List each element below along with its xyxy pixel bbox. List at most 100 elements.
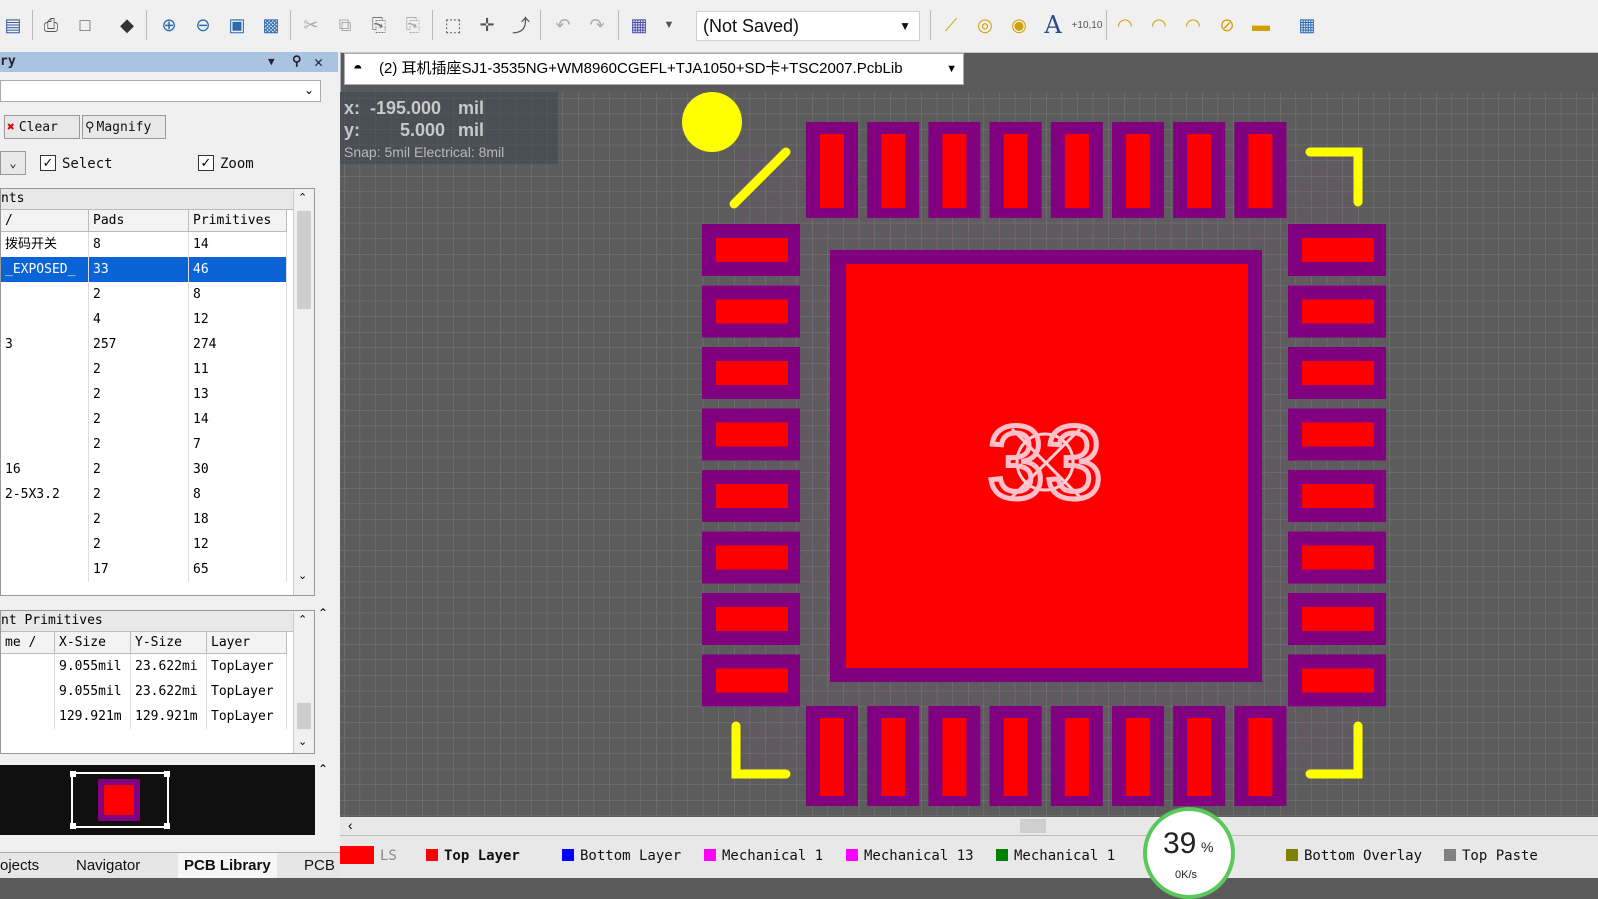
grid-dropdown-icon[interactable]: ▼ — [656, 12, 682, 38]
cell-pads: 17 — [89, 557, 189, 582]
pad-top — [942, 134, 967, 208]
cross-probe-icon[interactable]: ⤴ — [508, 12, 534, 38]
column-header-name[interactable]: me / — [1, 632, 55, 654]
table-row[interactable]: 129.921m 129.921m TopLayer — [1, 704, 287, 729]
panel-menu-icon[interactable]: ▼ — [268, 52, 275, 72]
layer-tab[interactable]: LS — [340, 844, 397, 868]
footprint-preview[interactable] — [0, 765, 315, 835]
table-row[interactable]: 28 — [1, 282, 287, 307]
pin-icon[interactable]: ⚲ — [292, 52, 302, 72]
layer-tab[interactable]: Bottom Overlay — [1286, 844, 1422, 868]
scroll-left-icon[interactable]: ‹ — [348, 817, 353, 833]
table-row[interactable]: 2-5X3.2 2 8 — [1, 482, 287, 507]
table-row[interactable]: 2 12 — [1, 532, 287, 557]
components-scrollbar[interactable]: ⌃ ⌄ — [293, 189, 314, 595]
tab-navigator[interactable]: Navigator — [76, 853, 140, 878]
collapse-up-icon[interactable]: ⌃ — [318, 606, 328, 620]
column-header-x-size[interactable]: X-Size — [55, 632, 131, 654]
grid-icon[interactable]: ▦ — [626, 12, 652, 38]
scroll-up-icon[interactable]: ⌃ — [298, 613, 307, 626]
select-checkbox[interactable]: ✓ — [40, 155, 56, 171]
column-header-y-size[interactable]: Y-Size — [131, 632, 207, 654]
arc-center-icon[interactable]: ◠ — [1112, 12, 1138, 38]
column-header-primitives[interactable]: Primitives — [189, 210, 287, 232]
move-icon[interactable]: ✛ — [474, 12, 500, 38]
table-row[interactable]: 4 12 — [1, 307, 287, 332]
column-header-pads[interactable]: Pads — [89, 210, 189, 232]
scrollbar-thumb[interactable] — [297, 703, 311, 729]
layer-tab[interactable]: Mechanical 1 — [996, 844, 1115, 868]
table-row[interactable]: 2 11 — [1, 357, 287, 382]
table-row[interactable]: 9.055mil 23.622mi TopLayer — [1, 679, 287, 704]
3d-layer-icon[interactable]: ◆ — [114, 12, 140, 38]
net-speed-meter[interactable]: 39 % 0K/s — [1143, 807, 1235, 899]
print-preview-icon[interactable]: □ — [72, 12, 98, 38]
line-icon[interactable]: ⟋ — [938, 12, 964, 38]
tab-pcb-library[interactable]: PCB Library — [178, 853, 277, 878]
table-row[interactable]: 2 13 — [1, 382, 287, 407]
table-row[interactable]: _EXPOSED_ 33 46 — [1, 257, 287, 282]
table-row[interactable]: 2 18 — [1, 507, 287, 532]
apply-mode-dropdown[interactable]: ⌄ — [0, 151, 26, 175]
layer-tab[interactable]: Bottom Layer — [562, 844, 681, 868]
select-rect-icon[interactable]: ⬚ — [440, 12, 466, 38]
via-icon[interactable]: ◉ — [1006, 12, 1032, 38]
layer-tab[interactable]: Top Paste — [1444, 844, 1538, 868]
layer-color-swatch — [1286, 849, 1298, 861]
zoom-out-icon[interactable]: ⊖ — [190, 12, 216, 38]
zoom-fit-icon[interactable]: ▣ — [224, 12, 250, 38]
cut-icon[interactable]: ✂ — [298, 12, 324, 38]
chevron-down-icon[interactable]: ⌄ — [304, 83, 314, 97]
layer-tab[interactable]: Top Layer — [426, 844, 520, 868]
tab-projects[interactable]: ojects — [0, 853, 39, 878]
collapse-up-icon[interactable]: ⌃ — [318, 762, 328, 776]
save-icon[interactable]: ▤ — [0, 12, 26, 38]
table-row[interactable]: 3 257 274 — [1, 332, 287, 357]
rubber-stamp-icon[interactable]: ⎘ — [400, 12, 426, 38]
pcb-canvas[interactable]: 33 x: -195.000 mil y: 5.000 mil Snap: 5m… — [340, 92, 1598, 817]
paste-icon[interactable]: ⎘ — [366, 12, 392, 38]
column-header-name[interactable]: / — [1, 210, 89, 232]
array-paste-icon[interactable]: ▦ — [1294, 12, 1320, 38]
column-header-layer[interactable]: Layer — [207, 632, 287, 654]
tab-pcb[interactable]: PCB — [304, 853, 335, 878]
arc-any-icon[interactable]: ◠ — [1180, 12, 1206, 38]
table-row[interactable]: 27 — [1, 432, 287, 457]
pad-icon[interactable]: ◎ — [972, 12, 998, 38]
zoom-checkbox[interactable]: ✓ — [198, 155, 214, 171]
layer-tab[interactable]: Mechanical 13 — [846, 844, 974, 868]
view-config-select[interactable]: (Not Saved) ▼ — [696, 11, 920, 41]
table-row[interactable]: 9.055mil 23.622mi TopLayer — [1, 654, 287, 679]
close-icon[interactable]: ✕ — [314, 52, 323, 72]
pcblib-doc-icon: ◓ — [353, 60, 363, 77]
scrollbar-thumb[interactable] — [297, 211, 311, 309]
mask-filter-input[interactable]: ⌄ — [0, 80, 321, 102]
chevron-down-icon[interactable]: ▼ — [946, 54, 957, 84]
string-icon[interactable]: A — [1040, 11, 1066, 39]
table-row[interactable]: 17 65 — [1, 557, 287, 582]
zoom-in-icon[interactable]: ⊕ — [156, 12, 182, 38]
table-row[interactable]: 拨码开关 8 14 — [1, 232, 287, 257]
arc-edge-icon[interactable]: ◠ — [1146, 12, 1172, 38]
table-row[interactable]: 16 2 30 — [1, 457, 287, 482]
scroll-down-icon[interactable]: ⌄ — [298, 735, 307, 748]
document-tab[interactable]: ◓ (2) 耳机插座SJ1-3535NG+WM8960CGEFL+TJA1050… — [344, 53, 964, 85]
print-icon[interactable]: ⎙ — [38, 12, 64, 38]
copy-icon[interactable]: ⧉ — [332, 12, 358, 38]
circle-icon[interactable]: ⊘ — [1214, 12, 1240, 38]
undo-icon[interactable]: ↶ — [550, 12, 576, 38]
canvas-hscrollbar[interactable]: ‹ — [340, 817, 1598, 835]
table-row[interactable]: 2 14 — [1, 407, 287, 432]
scrollbar-thumb[interactable] — [1020, 819, 1046, 833]
pad-bottom — [881, 718, 906, 796]
layer-tab[interactable]: Mechanical 1 — [704, 844, 823, 868]
primitives-scrollbar[interactable]: ⌃ ⌄ — [293, 611, 314, 753]
scroll-up-icon[interactable]: ⌃ — [298, 191, 307, 204]
zoom-selection-icon[interactable]: ▩ — [258, 12, 284, 38]
fill-icon[interactable]: ▬ — [1248, 12, 1274, 38]
redo-icon[interactable]: ↷ — [584, 12, 610, 38]
magnify-button[interactable]: ⚲ Magnify — [82, 115, 166, 139]
scroll-down-icon[interactable]: ⌄ — [298, 569, 307, 582]
clear-button[interactable]: ✖ Clear — [4, 115, 80, 139]
coordinate-icon[interactable]: +10,10 — [1072, 12, 1103, 38]
